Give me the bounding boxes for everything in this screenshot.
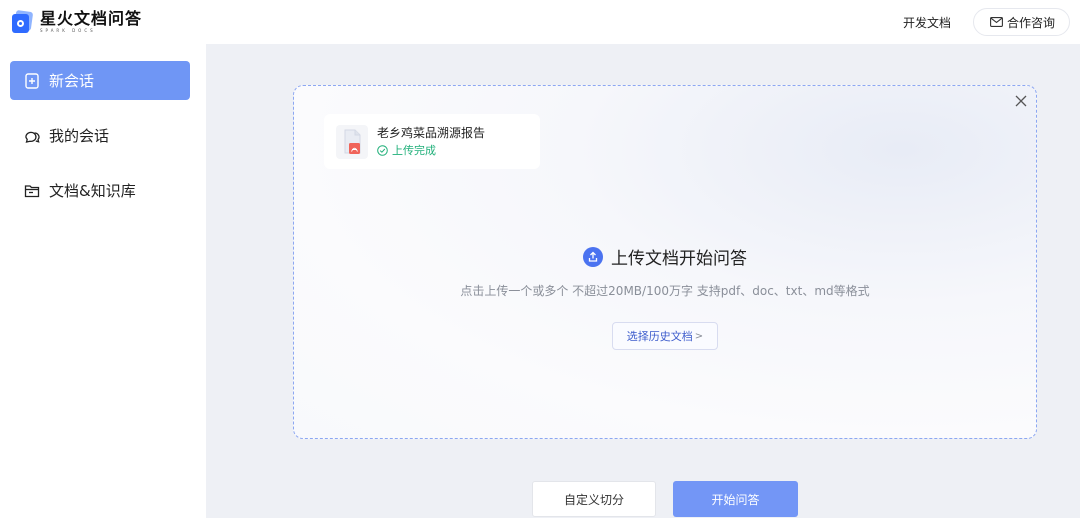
- upload-title[interactable]: 上传文档开始问答: [294, 244, 1036, 269]
- chevron-right-icon: >: [694, 330, 704, 342]
- folder-icon: [24, 184, 40, 197]
- chat-bubbles-icon: [25, 131, 40, 143]
- sidebar-item-label: 文档&知识库: [49, 182, 136, 200]
- sidebar-item-my-chats[interactable]: 我的会话: [10, 116, 190, 155]
- add-doc-icon: [25, 72, 39, 89]
- history-button-label: 选择历史文档: [626, 330, 693, 343]
- uploaded-file-card[interactable]: 老乡鸡菜品溯源报告 上传完成: [324, 114, 540, 169]
- upload-dropzone[interactable]: 老乡鸡菜品溯源报告 上传完成 上传文档开始问答 点击上传一个或多个 不超过20M…: [293, 85, 1037, 439]
- start-qa-button[interactable]: 开始问答: [673, 481, 798, 517]
- logo-title: 星火文档问答: [40, 9, 143, 28]
- dev-docs-link[interactable]: 开发文档: [903, 14, 951, 31]
- check-circle-icon: [377, 145, 388, 156]
- upload-status: 上传完成: [377, 143, 485, 159]
- close-icon[interactable]: [1015, 95, 1027, 107]
- select-history-docs-button[interactable]: 选择历史文档 >: [612, 322, 718, 350]
- pdf-icon: [336, 124, 368, 159]
- logo[interactable]: 星火文档问答 SPARK DOCS: [12, 0, 142, 44]
- contact-button[interactable]: 合作咨询: [972, 8, 1070, 36]
- sidebar-item-label: 我的会话: [49, 127, 110, 145]
- upload-status-label: 上传完成: [392, 143, 436, 157]
- contact-label: 合作咨询: [1006, 15, 1055, 30]
- mail-icon: [990, 17, 1003, 27]
- sidebar-item-new-chat[interactable]: 新会话: [10, 61, 190, 100]
- sidebar-item-docs-kb[interactable]: 文档&知识库: [10, 171, 190, 210]
- upload-title-label: 上传文档开始问答: [611, 249, 747, 269]
- logo-subtitle: SPARK DOCS: [40, 28, 96, 33]
- top-header: 星火文档问答 SPARK DOCS 开发文档 合作咨询: [0, 0, 1080, 44]
- upload-hint: 点击上传一个或多个 不超过20MB/100万字 支持pdf、doc、txt、md…: [460, 284, 870, 298]
- sidebar: 新会话 我的会话 文档&知识库: [0, 44, 206, 518]
- file-name: 老乡鸡菜品溯源报告: [377, 125, 486, 140]
- upload-icon: [583, 246, 603, 267]
- logo-icon: [12, 9, 34, 33]
- custom-split-button[interactable]: 自定义切分: [532, 481, 656, 517]
- sidebar-item-label: 新会话: [49, 72, 95, 90]
